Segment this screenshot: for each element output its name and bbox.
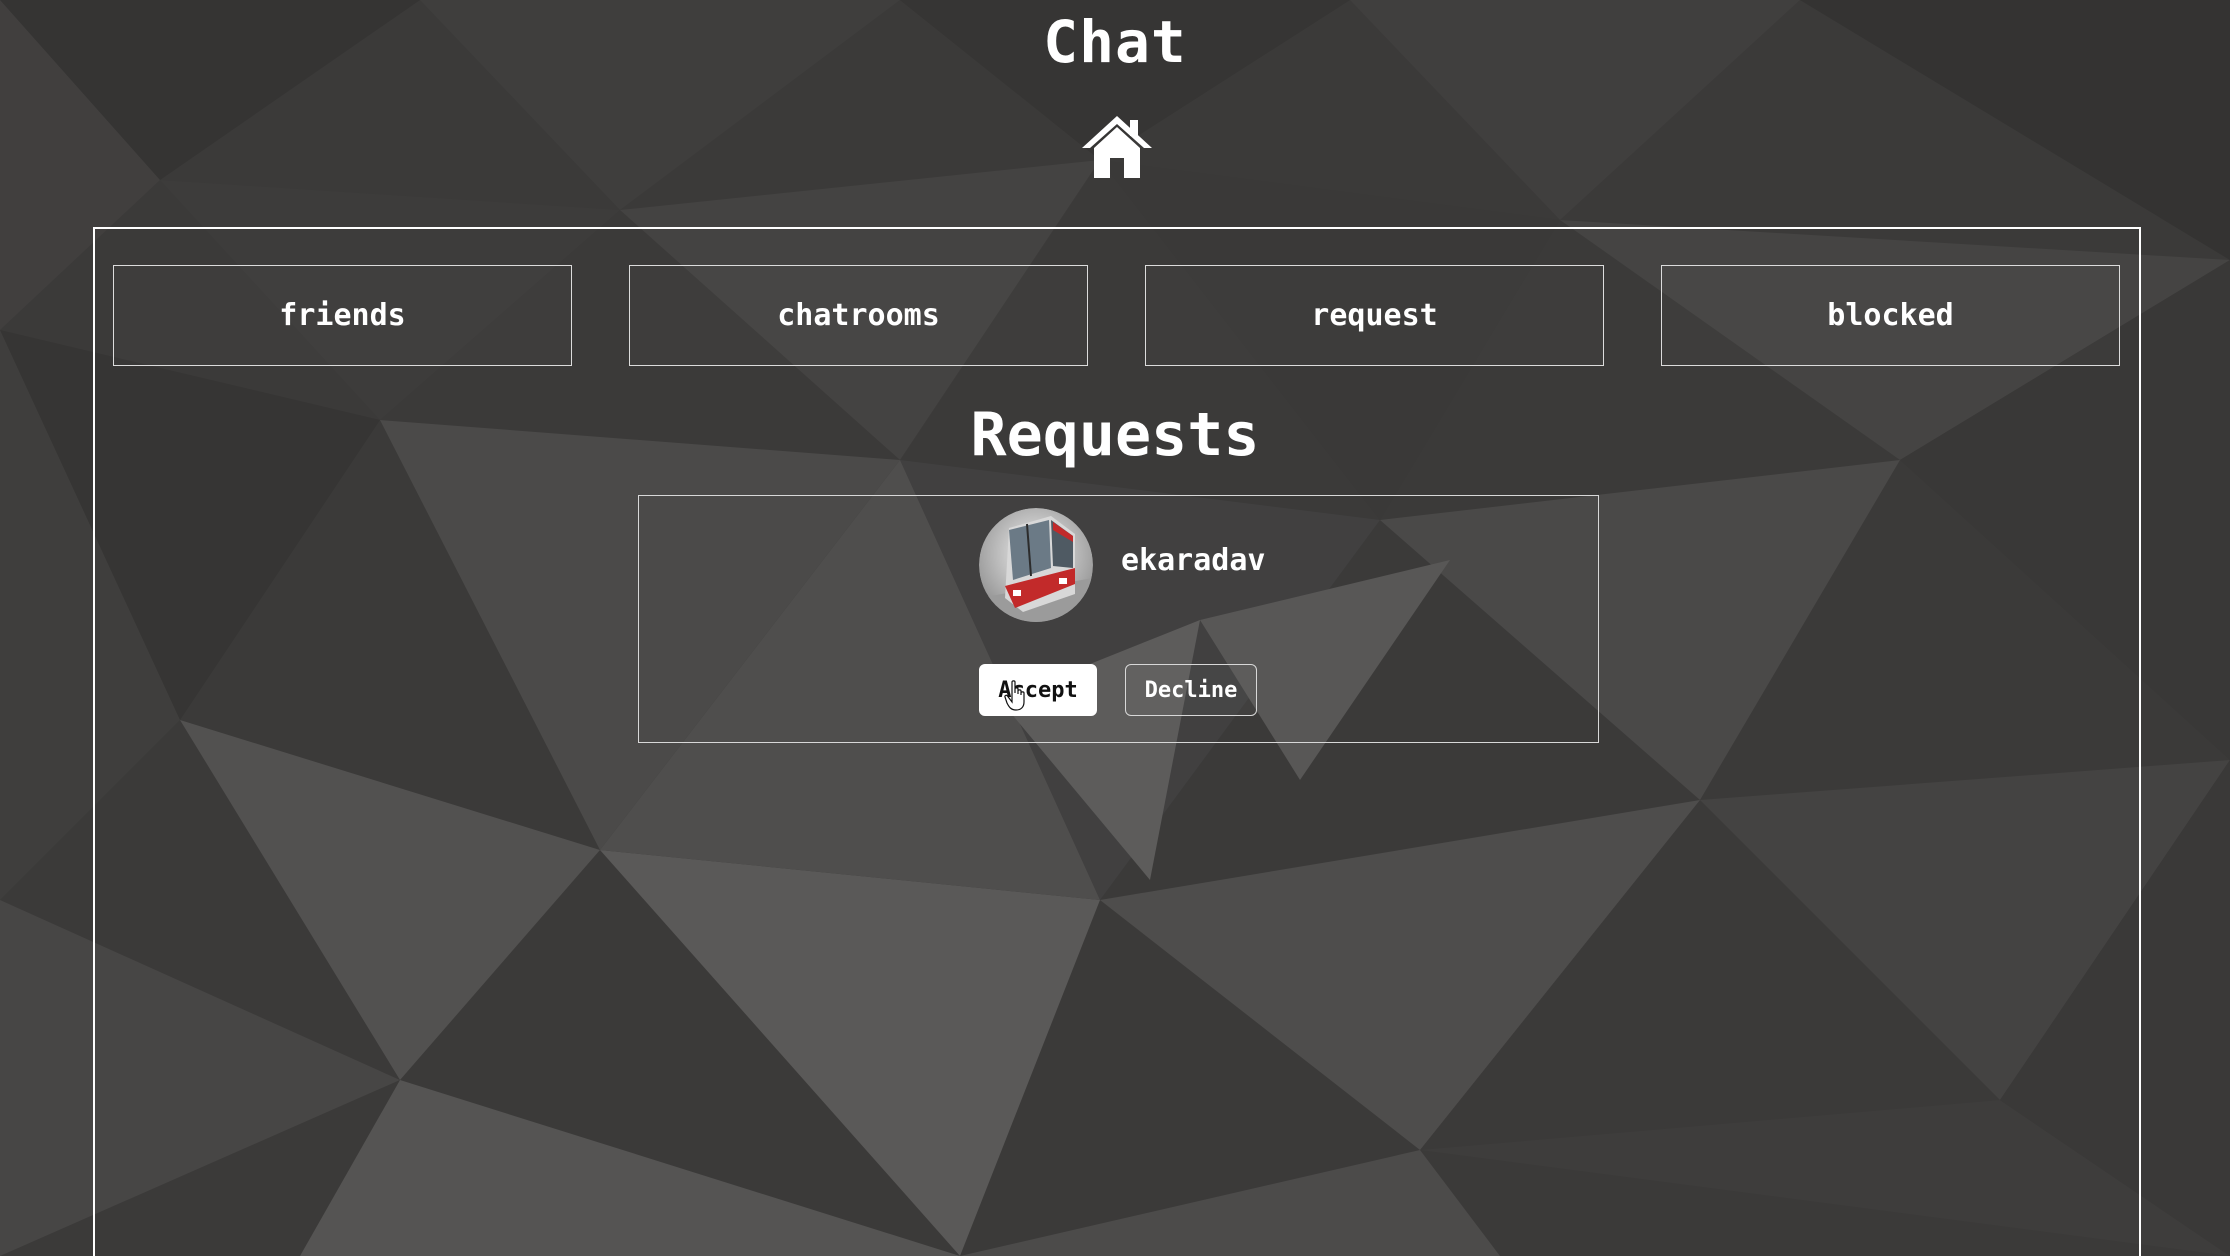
tram-avatar-icon [979,508,1093,622]
tab-label: chatrooms [777,298,940,333]
decline-button[interactable]: Decline [1125,664,1257,716]
accept-label: Accept [998,677,1078,703]
tab-blocked[interactable]: blocked [1661,265,2120,366]
tab-chatrooms[interactable]: chatrooms [629,265,1088,366]
tab-friends[interactable]: friends [113,265,572,366]
page-title: Chat [1043,8,1187,76]
home-icon [1082,116,1152,178]
tab-label: blocked [1827,298,1954,333]
request-card [638,495,1599,743]
home-button[interactable] [1080,114,1154,180]
tab-request[interactable]: request [1145,265,1604,366]
accept-button[interactable]: Accept [979,664,1097,716]
tab-label: request [1311,298,1438,333]
decline-label: Decline [1144,677,1238,703]
section-title: Requests [970,400,1260,470]
request-username: ekaradav [1121,543,1266,578]
avatar[interactable] [979,508,1093,622]
tab-label: friends [279,298,406,333]
